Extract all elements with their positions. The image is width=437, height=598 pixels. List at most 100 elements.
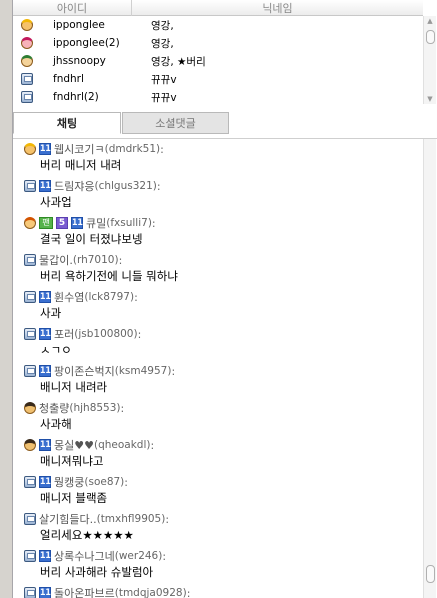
scroll-down-arrow[interactable]: ▼	[424, 94, 436, 104]
chat-message-header: 11 드림쟈응 (chlgus321):	[24, 178, 423, 194]
user-nickname: 영강,	[151, 37, 174, 50]
tab-bar: 채팅 소셜댓글	[13, 106, 437, 139]
chat-message: 팬 5 11 큐밀 (fxsulli7): 결국 일이 터졌냐보넹	[13, 215, 423, 250]
chat-nickname[interactable]: 포러	[54, 326, 74, 342]
chat-message: 11 포러 (jsb100800): ㅅㄱㅇ	[13, 326, 423, 361]
b-icon	[34, 92, 40, 102]
face-crown-icon	[24, 143, 36, 155]
chat-nickname[interactable]: 몽실♥♥	[54, 437, 94, 453]
chat-nickname[interactable]: 뭥캥쿵	[54, 474, 84, 490]
user-list-scroll-thumb[interactable]	[426, 30, 435, 44]
user-nickname: 영강, ★버리	[151, 55, 206, 68]
chat-message: 11 몽실♥♥ (qheoakdl): 매니져뭐냐고	[13, 437, 423, 472]
chat-nickname[interactable]: 물갑이.	[39, 252, 73, 268]
level-icon: 11	[39, 143, 51, 155]
chat-message: 11 웹시코기ㅋ (dmdrk51): 버리 매니저 내려	[13, 141, 423, 176]
chat-message-header: 물갑이. (rh7010):	[24, 252, 423, 268]
chat-user-id[interactable]: (lck8797)	[84, 291, 134, 303]
phone-icon	[24, 513, 36, 525]
user-list: ipponglee 영강, ipponglee(2) 영강, jhssnoopy 영강, …	[13, 16, 423, 104]
chat-separator: :	[151, 216, 156, 230]
face-crown-icon	[21, 19, 33, 31]
user-row[interactable]: ipponglee 영강,	[13, 16, 423, 34]
phone-icon	[24, 254, 36, 266]
chat-message: 11돌아온파브르(tmdqja0928):지가얼려짜증나게	[13, 585, 423, 598]
chat-nickname[interactable]: 살기힘들다..	[39, 511, 97, 527]
chat-separator: :	[160, 142, 164, 156]
phone-icon	[24, 365, 36, 377]
b-icon	[34, 74, 40, 84]
user-row[interactable]: fndhrl 뀨뀨v	[13, 70, 423, 88]
user-icons	[13, 73, 53, 85]
chat-user-id[interactable]: (hjh8553)	[69, 402, 120, 414]
chat-message-header: 11 웹시코기ㅋ (dmdrk51):	[24, 141, 423, 157]
chat-user-id[interactable]: (chlgus321)	[94, 180, 156, 192]
chat-message-header: 청출량 (hjh8553):	[24, 400, 423, 416]
level-icon: 11	[39, 291, 51, 303]
level-icon: 11	[39, 365, 51, 377]
chat-message-header: 11 휜수염 (lck8797):	[24, 289, 423, 305]
level-icon: 11	[39, 476, 51, 488]
chat-scroll-thumb[interactable]	[426, 565, 435, 583]
column-header-id[interactable]: 아이디	[13, 0, 132, 16]
level-icon: 11	[39, 439, 51, 451]
user-icons	[13, 37, 53, 49]
user-list-scrollbar[interactable]: ▲ ▼	[423, 16, 436, 104]
tab-social-comments[interactable]: 소셜댓글	[122, 112, 229, 134]
level-icon: 11	[71, 217, 83, 229]
column-header-nickname[interactable]: 닉네임	[132, 0, 423, 16]
chat-message-text: 사과해	[40, 417, 72, 431]
chat-nickname[interactable]: 상록수나그네	[54, 548, 115, 564]
chat-nickname[interactable]: 휜수염	[54, 289, 84, 305]
chat-separator: :	[162, 549, 167, 563]
user-row[interactable]: fndhrl(2) 뀨뀨v	[13, 88, 423, 104]
phone-icon	[24, 291, 36, 303]
chat-user-id[interactable]: (wer246)	[115, 550, 163, 562]
user-id: ipponglee	[53, 19, 105, 31]
user-nickname: 뀨뀨v	[151, 91, 177, 104]
chat-nickname[interactable]: 청출량	[39, 400, 69, 416]
chat-scrollbar[interactable]	[423, 139, 436, 598]
chat-user-id[interactable]: (qheoakdl)	[94, 439, 151, 451]
user-row[interactable]: jhssnoopy 영강, ★버리	[13, 52, 423, 70]
chat-nickname[interactable]: 팡이존슨벅지	[54, 363, 115, 379]
chat-user-id[interactable]: (jsb100800)	[74, 328, 137, 340]
chat-user-id[interactable]: (soe87)	[84, 476, 124, 488]
chat-message-text: 결국 일이 터졌냐보넹	[40, 232, 143, 246]
face-orange-icon	[24, 217, 36, 229]
scroll-up-arrow[interactable]: ▲	[424, 16, 436, 26]
chat-user-id[interactable]: (ksm4957)	[115, 365, 172, 377]
chat-nickname[interactable]: 드림쟈응	[54, 178, 94, 194]
level-icon: 11	[39, 180, 51, 192]
user-nickname: 영강,	[151, 19, 174, 32]
chat-message: 청출량 (hjh8553): 사과해	[13, 400, 423, 435]
chat-message-text: 매니져뭐냐고	[40, 454, 104, 468]
user-id: jhssnoopy	[53, 55, 106, 67]
chat-message: 11 드림쟈응 (chlgus321): 사과업	[13, 178, 423, 213]
chat-message: 11 팡이존슨벅지 (ksm4957): 배니저 내려라	[13, 363, 423, 398]
chat-message-header: 11 포러 (jsb100800):	[24, 326, 423, 342]
chat-nickname[interactable]: 웹시코기ㅋ	[54, 141, 105, 157]
level-icon: 11	[39, 328, 51, 340]
chat-separator: :	[118, 253, 123, 267]
chat-user-id[interactable]: (dmdrk51)	[105, 143, 161, 155]
user-row[interactable]: ipponglee(2) 영강,	[13, 34, 423, 52]
chat-user-id[interactable]: (fxsulli7)	[106, 217, 152, 229]
chat-message-header: 11 돌아온파브르 (tmdqja0928):	[24, 585, 423, 598]
tab-chat[interactable]: 채팅	[13, 112, 121, 134]
chat-message-header: 살기힘들다.. (tmxhfl9905):	[24, 511, 423, 527]
chat-message-text: 버리 사과해라 슈발럼아	[40, 565, 154, 579]
chat-nickname[interactable]: 돌아온파브르	[54, 585, 115, 598]
user-icons	[13, 91, 53, 103]
face-pink-icon	[21, 37, 33, 49]
chat-separator: :	[137, 327, 142, 341]
level-icon: 11	[39, 550, 51, 562]
chat-message-header: 팬 5 11 큐밀 (fxsulli7):	[24, 215, 423, 231]
chat-user-id[interactable]: (tmdqja0928)	[115, 587, 187, 598]
chat-nickname[interactable]: 큐밀	[86, 215, 106, 231]
fan-icon: 팬	[39, 217, 53, 229]
chat-user-id[interactable]: (rh7010)	[73, 254, 119, 266]
chat-user-id[interactable]: (tmxhfl9905)	[97, 513, 166, 525]
chat-window: 아이디 닉네임 ipponglee 영강, ipponglee(2) 영강, jhssn…	[0, 0, 437, 598]
user-id: fndhrl	[53, 73, 84, 85]
